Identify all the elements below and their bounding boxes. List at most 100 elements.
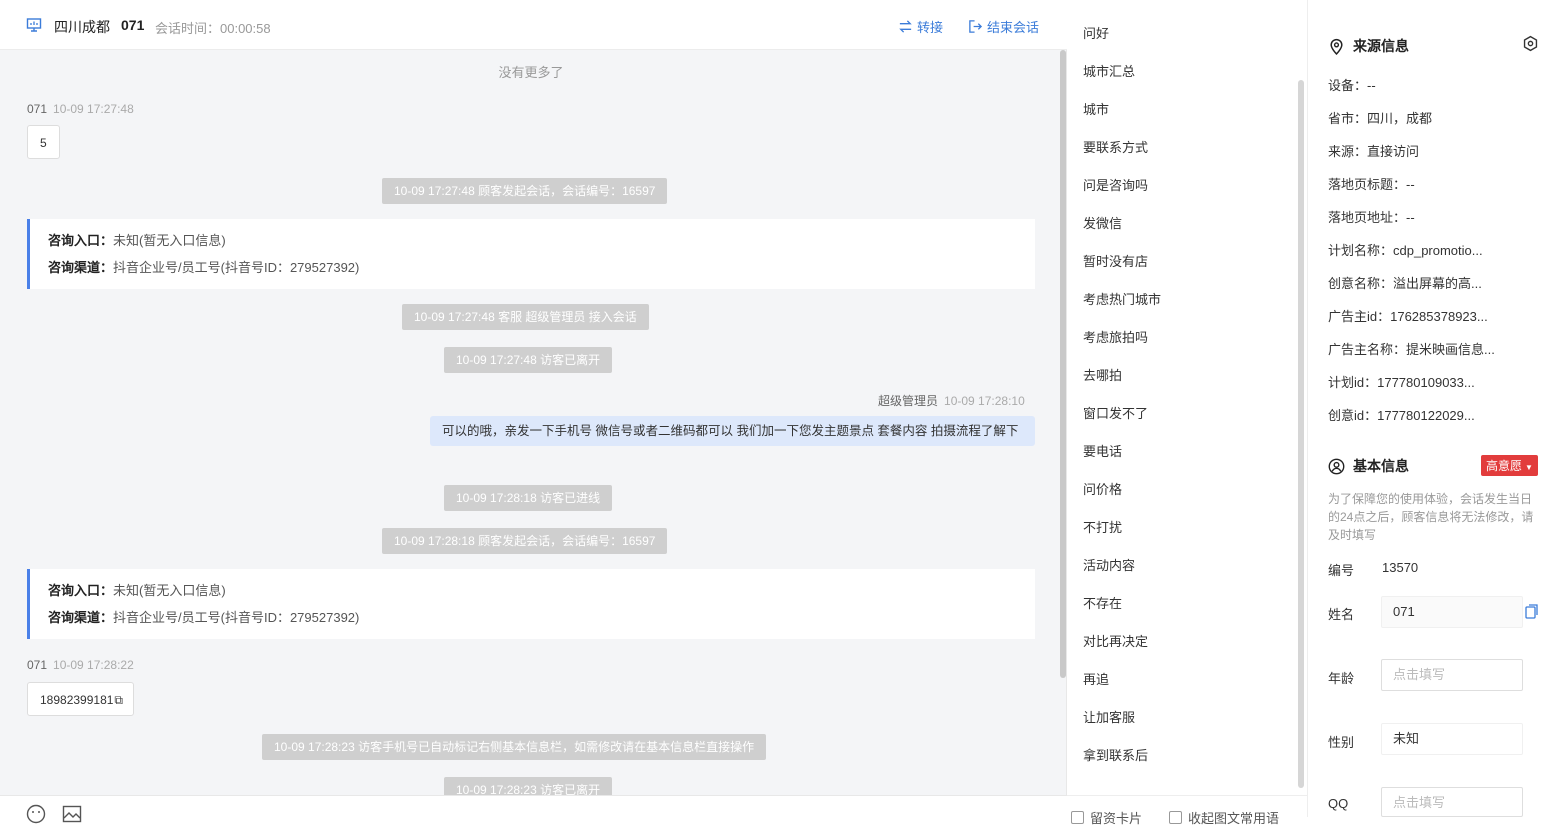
- end-session-button[interactable]: 结束会话: [968, 17, 1039, 36]
- no-more-label: 没有更多了: [498, 65, 564, 80]
- phrase-item[interactable]: 问是咨询吗: [1083, 175, 1148, 194]
- phrase-item[interactable]: 活动内容: [1083, 555, 1135, 574]
- phrase-item[interactable]: 要联系方式: [1083, 137, 1148, 156]
- card-icon: [1071, 811, 1084, 824]
- source-row: 广告主id：176285378923...: [1328, 309, 1488, 324]
- lead-card-label: 留资卡片: [1090, 811, 1143, 826]
- sender-name: 超级管理员: [878, 394, 939, 408]
- channel-label: 咨询渠道：: [48, 610, 114, 625]
- quick-phrase-panel: 问好 城市汇总 城市 要联系方式 问是咨询吗 发微信 暂时没有店 考虑热门城市 …: [1067, 0, 1307, 826]
- source-row: 创意名称：溢出屏幕的高...: [1328, 276, 1482, 291]
- message-sender: 071 10-09 17:28:22: [27, 658, 134, 672]
- message-sender: 超级管理员 10-09 17:28:10: [878, 392, 1025, 409]
- phrase-item[interactable]: 问好: [1083, 23, 1109, 42]
- chat-toolbar: [0, 795, 1067, 824]
- monitor-icon: [26, 18, 42, 32]
- emoji-icon[interactable]: [26, 804, 46, 824]
- phrase-item[interactable]: 问价格: [1083, 479, 1122, 498]
- phrase-item[interactable]: 不打扰: [1083, 517, 1122, 536]
- phrase-footer: 留资卡片 收起图文常用语: [1067, 795, 1307, 826]
- name-field[interactable]: 071: [1381, 596, 1523, 628]
- id-value: 13570: [1382, 560, 1419, 575]
- entry-value: 未知(暂无入口信息): [113, 583, 226, 598]
- source-row: 省市：四川，成都: [1328, 111, 1433, 126]
- message-time: 10-09 17:28:22: [53, 658, 134, 672]
- transfer-icon: [899, 20, 912, 33]
- phrase-scrollbar[interactable]: [1298, 80, 1304, 788]
- message-list[interactable]: 没有更多了 071 10-09 17:27:48 5 10-09 17:27:48…: [0, 50, 1062, 795]
- source-info-label: 来源信息: [1353, 38, 1409, 54]
- qq-field[interactable]: 点击填写: [1381, 787, 1523, 817]
- message-sender: 071 10-09 17:27:48: [27, 102, 134, 116]
- source-info-title: 来源信息: [1328, 36, 1409, 56]
- consult-info-card: 咨询入口：未知(暂无入口信息) 咨询渠道：抖音企业号/员工号(抖音号ID：279…: [27, 219, 1035, 289]
- chat-header: 四川成都 071 会话时间：00:00:58 转接 结束会话: [0, 0, 1067, 50]
- message-time: 10-09 17:28:10: [944, 394, 1025, 408]
- phrase-item[interactable]: 让加客服: [1083, 707, 1135, 726]
- phrase-item[interactable]: 考虑旅拍吗: [1083, 327, 1148, 346]
- transfer-button[interactable]: 转接: [898, 17, 943, 36]
- phrase-item[interactable]: 不存在: [1083, 593, 1122, 612]
- id-label: 编号: [1328, 563, 1355, 578]
- source-row: 计划名称：cdp_promotio...: [1328, 243, 1483, 258]
- phrase-item[interactable]: 暂时没有店: [1083, 251, 1148, 270]
- visitor-city: 四川成都: [54, 19, 110, 35]
- age-field[interactable]: 点击填写: [1381, 659, 1523, 691]
- phrase-item[interactable]: 发微信: [1083, 213, 1122, 232]
- source-row: 落地页标题：--: [1328, 177, 1415, 192]
- image-icon[interactable]: [62, 804, 82, 824]
- age-label: 年龄: [1328, 671, 1355, 686]
- phrase-item[interactable]: 再追: [1083, 669, 1109, 688]
- source-row: 创意id：177780122029...: [1328, 408, 1475, 423]
- consult-info-card: 咨询入口：未知(暂无入口信息) 咨询渠道：抖音企业号/员工号(抖音号ID：279…: [27, 569, 1035, 639]
- phrase-item[interactable]: 窗口发不了: [1083, 403, 1148, 422]
- system-message: 10-09 17:28:23 访客手机号已自动标记右侧基本信息栏，如需修改请在基…: [262, 734, 767, 760]
- customer-info-panel: 来源信息 设备：-- 省市：四川，成都 来源：直接访问 落地页标题：-- 落地页…: [1307, 0, 1542, 817]
- system-message: 10-09 17:27:48 顾客发起会话，会话编号：16597: [382, 178, 668, 204]
- phrase-item[interactable]: 城市汇总: [1083, 61, 1135, 80]
- intent-label: 高意愿: [1486, 459, 1523, 473]
- copy-icon[interactable]: ⧉: [114, 693, 123, 707]
- intent-dropdown[interactable]: 高意愿 ▼: [1481, 455, 1538, 476]
- user-icon: [1328, 458, 1345, 474]
- session-time: 会话时间：00:00:58: [155, 21, 271, 36]
- entry-label: 咨询入口：: [48, 583, 114, 598]
- system-message: 10-09 17:27:48 客服 超级管理员 接入会话: [402, 304, 649, 330]
- sender-name: 071: [27, 658, 48, 672]
- lead-card-toggle[interactable]: 留资卡片: [1071, 808, 1142, 827]
- chat-scrollbar[interactable]: [1060, 50, 1066, 678]
- system-message: 10-09 17:27:48 访客已离开: [444, 347, 613, 373]
- phone-number: 18982399181: [40, 693, 114, 707]
- source-row: 设备：--: [1328, 78, 1376, 93]
- visitor-id: 071: [121, 17, 145, 33]
- phrase-item[interactable]: 城市: [1083, 99, 1109, 118]
- source-row: 来源：直接访问: [1328, 144, 1420, 159]
- visitor-message: 5: [27, 125, 60, 159]
- exit-icon: [969, 20, 983, 33]
- phrase-item[interactable]: 对比再决定: [1083, 631, 1148, 650]
- entry-value: 未知(暂无入口信息): [113, 233, 226, 248]
- edit-copy-icon[interactable]: [1525, 604, 1539, 619]
- basic-info-label: 基本信息: [1353, 458, 1409, 474]
- basic-info-title: 基本信息: [1328, 456, 1409, 476]
- collapse-phrases-toggle[interactable]: 收起图文常用语: [1169, 808, 1279, 827]
- phrase-item[interactable]: 要电话: [1083, 441, 1122, 460]
- collapse-icon: [1169, 811, 1182, 824]
- gender-select[interactable]: 未知: [1381, 723, 1523, 755]
- source-row: 计划id：177780109033...: [1328, 375, 1475, 390]
- channel-value: 抖音企业号/员工号(抖音号ID：279527392): [113, 260, 360, 275]
- channel-value: 抖音企业号/员工号(抖音号ID：279527392): [113, 610, 360, 625]
- phrase-item[interactable]: 拿到联系后: [1083, 745, 1148, 764]
- settings-icon[interactable]: [1522, 35, 1539, 52]
- entry-label: 咨询入口：: [48, 233, 114, 248]
- chat-panel: 四川成都 071 会话时间：00:00:58 转接 结束会话 没有更多了 071…: [0, 0, 1067, 824]
- name-label: 姓名: [1328, 607, 1355, 622]
- edit-notice: 为了保障您的使用体验，会话发生当日的24点之后，顾客信息将无法修改，请及时填写: [1328, 492, 1534, 542]
- agent-message: 可以的哦，亲发一下手机号 微信号或者二维码都可以 我们加一下您发主题景点 套餐内…: [430, 416, 1035, 446]
- phrase-item[interactable]: 去哪拍: [1083, 365, 1122, 384]
- phrase-item[interactable]: 考虑热门城市: [1083, 289, 1161, 308]
- message-time: 10-09 17:27:48: [53, 102, 134, 116]
- source-row: 落地页地址：--: [1328, 210, 1415, 225]
- caret-down-icon: ▼: [1525, 463, 1533, 472]
- system-message: 10-09 17:28:18 访客已进线: [444, 485, 613, 511]
